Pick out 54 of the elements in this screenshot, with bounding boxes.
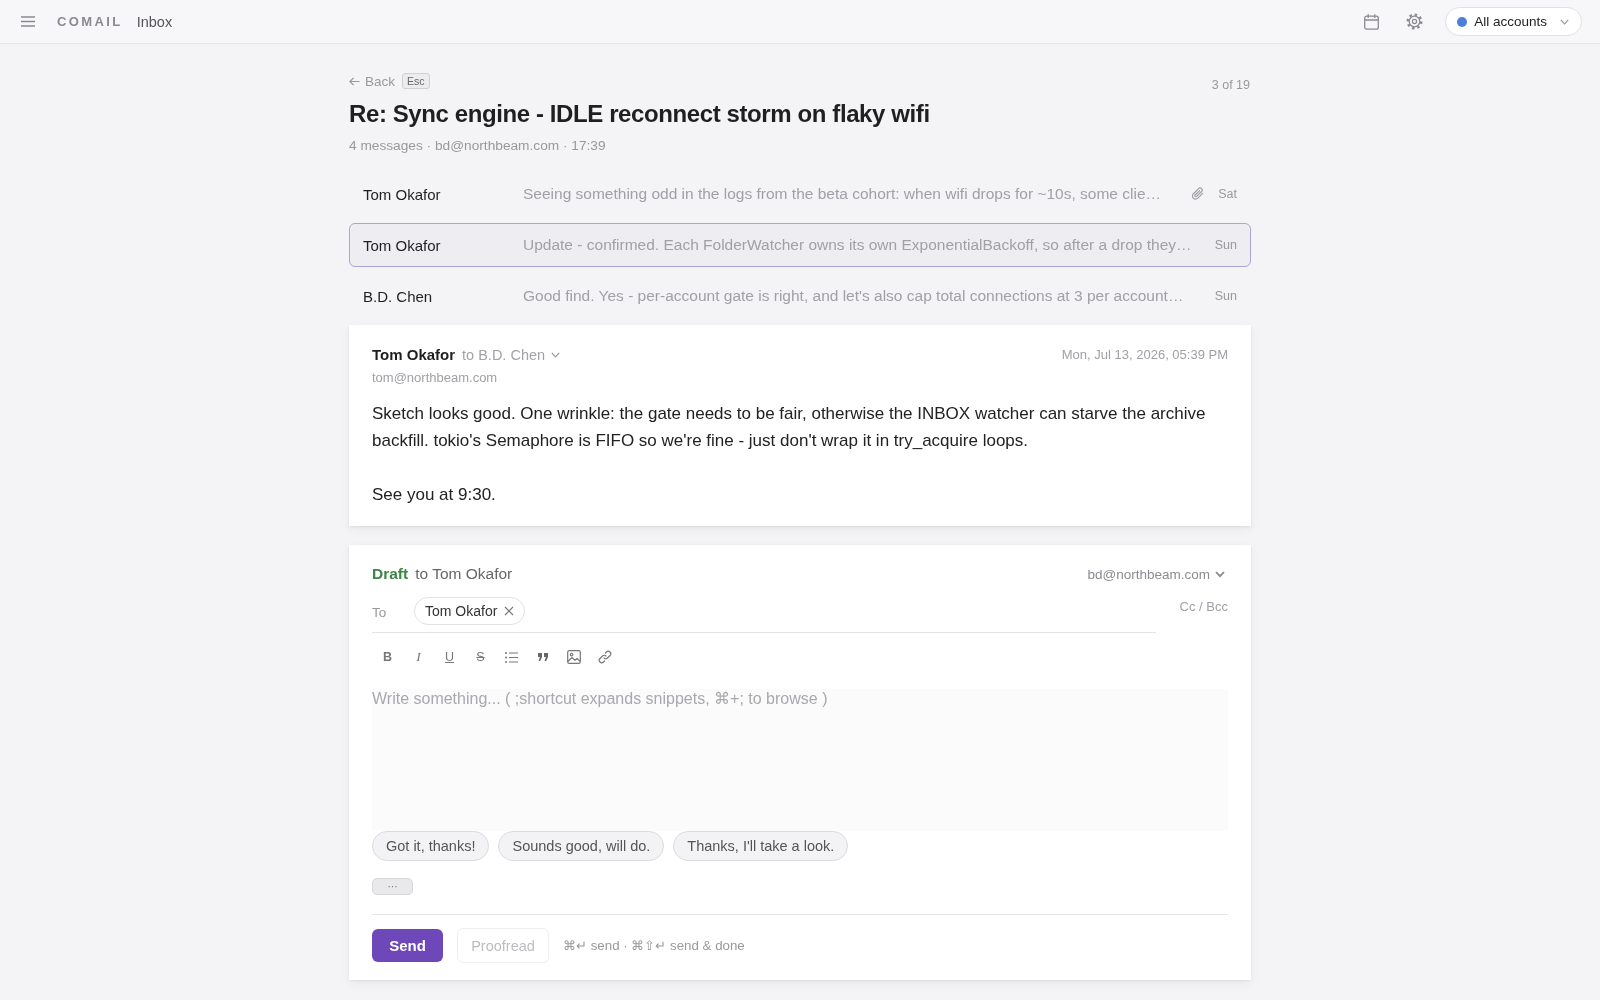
to-label: To bbox=[372, 604, 388, 620]
sender-name: Tom Okafor bbox=[372, 346, 456, 363]
settings-icon[interactable] bbox=[1406, 13, 1424, 30]
arrow-left-icon bbox=[349, 76, 360, 86]
strikethrough-button[interactable]: S bbox=[465, 645, 496, 669]
chevron-down-icon bbox=[551, 351, 561, 358]
section-title: Inbox bbox=[136, 13, 173, 30]
account-selector[interactable]: All accounts bbox=[1445, 7, 1582, 36]
underline-button[interactable]: U bbox=[434, 645, 465, 669]
message-date: Sun bbox=[1214, 238, 1237, 252]
send-button[interactable]: Send bbox=[372, 929, 443, 962]
suggested-reply-button[interactable]: Thanks, I'll take a look. bbox=[673, 831, 849, 861]
chevron-down-icon bbox=[1560, 18, 1569, 25]
image-icon[interactable] bbox=[566, 650, 581, 664]
sender-email: tom@northbeam.com bbox=[372, 370, 499, 385]
sender-name: Tom Okafor bbox=[363, 236, 442, 254]
link-icon[interactable] bbox=[597, 650, 612, 664]
message-snippet: Good find. Yes - per-account gate is right, and let's also cap total connections at 3 per account… bbox=[523, 287, 1185, 305]
from-account-select[interactable]: bd@northbeam.com bbox=[1087, 566, 1225, 582]
quote-icon[interactable] bbox=[537, 653, 548, 661]
message-paragraph: Sketch looks good. One wrinkle: the gate needs to be fair, otherwise the INBOX watcher can starve the archive backfill. tokio's Semaphore is FIFO so we're fine - just don't wrap it in try_acquire loops. bbox=[372, 403, 1207, 452]
message-row[interactable]: Tom Okafor Update - confirmed. Each FolderWatcher owns its own ExponentialBackoff, so after a drop they… Sun bbox=[349, 223, 1251, 267]
message-paragraph: See you at 9:30. bbox=[372, 484, 497, 506]
to-field[interactable]: To Tom Okafor bbox=[372, 595, 1156, 633]
thread-meta: 4 messages · bd@northbeam.com · 17:39 bbox=[349, 138, 607, 153]
menu-icon[interactable] bbox=[21, 16, 35, 27]
message-row[interactable]: B.D. Chen Good find. Yes - per-account gate is right, and let's also cap total connections at 3 per account… Sun bbox=[349, 274, 1251, 318]
message-date: Sat bbox=[1218, 187, 1237, 201]
bold-button[interactable]: B bbox=[372, 645, 403, 669]
suggested-reply-button[interactable]: Got it, thanks! bbox=[372, 831, 490, 861]
thread-position: 3 of 19 bbox=[1211, 78, 1250, 92]
sender-name: Tom Okafor bbox=[363, 185, 442, 203]
message-snippet: Update - confirmed. Each FolderWatcher owns its own ExponentialBackoff, so after a drop they… bbox=[523, 236, 1193, 254]
message-body-field[interactable]: Write something... ( ;shortcut expands snippets, ⌘+; to browse ) bbox=[372, 689, 1228, 831]
message-row[interactable]: Tom Okafor Seeing something odd in the logs from the beta cohort: when wifi drops for ~10s, some clie… Sat bbox=[349, 172, 1251, 216]
app-logo-text: COMAIL bbox=[57, 14, 123, 29]
sender-name: B.D. Chen bbox=[363, 287, 434, 305]
draft-recipient-text: to Tom Okafor bbox=[415, 565, 513, 583]
close-icon[interactable] bbox=[504, 605, 515, 616]
dot-icon bbox=[1457, 16, 1468, 27]
message-timestamp: Mon, Jul 13, 2026, 05:39 PM bbox=[1061, 347, 1228, 362]
message-snippet: Seeing something odd in the logs from the beta cohort: when wifi drops for ~10s, some clie… bbox=[523, 185, 1162, 203]
suggested-reply-button[interactable]: Sounds good, will do. bbox=[498, 831, 665, 861]
italic-button[interactable]: I bbox=[403, 645, 434, 669]
shortcut-key: Esc bbox=[402, 73, 430, 89]
recipient-chip[interactable]: Tom Okafor bbox=[414, 596, 526, 625]
draft-label: Draft bbox=[372, 565, 409, 583]
chevron-down-icon bbox=[1215, 570, 1225, 578]
shortcut-hint: ⌘↵ send · ⌘⇧↵ send & done bbox=[563, 938, 745, 953]
calendar-icon[interactable] bbox=[1364, 13, 1380, 30]
more-suggestions-button[interactable]: ··· bbox=[372, 878, 413, 895]
thread-subject: Re: Sync engine - IDLE reconnect storm on flaky wifi bbox=[349, 99, 931, 129]
bullet-list-icon[interactable] bbox=[505, 651, 518, 663]
message-date: Sun bbox=[1214, 289, 1237, 303]
